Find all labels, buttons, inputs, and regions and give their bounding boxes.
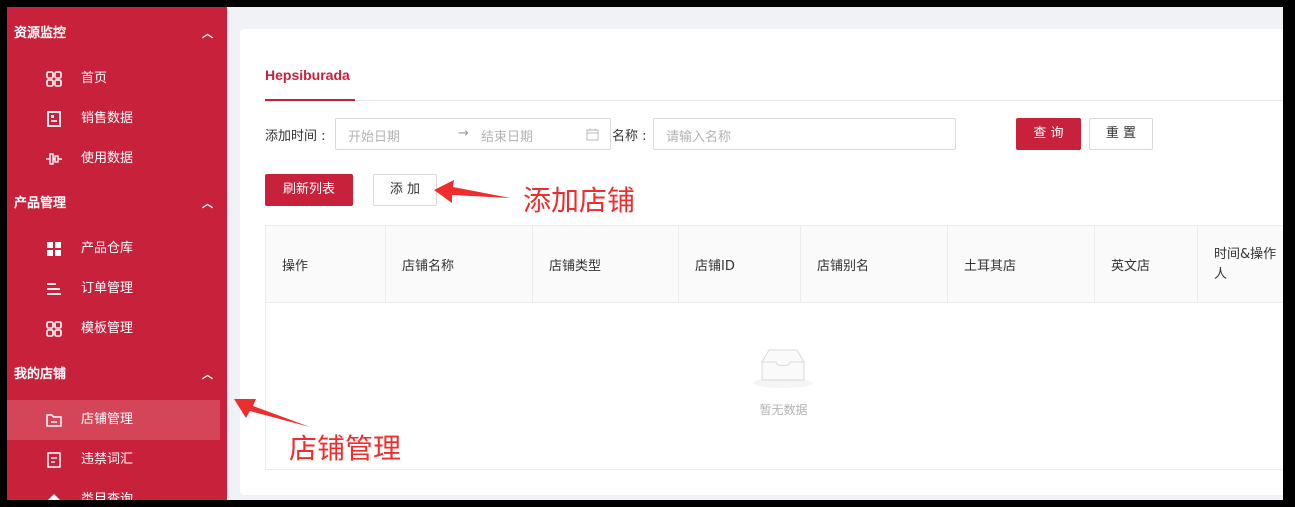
sidebar-item-label: 模板管理 <box>81 321 134 336</box>
sidebar-item-order-manage[interactable]: 订单管理 <box>7 269 227 309</box>
end-date-input[interactable]: 结束日期 <box>481 126 533 145</box>
start-date-input[interactable]: 开始日期 <box>348 126 400 145</box>
sidebar-group-my-store[interactable]: 我的店铺 ︿ <box>7 355 227 395</box>
empty-box-icon <box>753 349 813 388</box>
store-manage-annotation: 店铺管理 <box>289 432 402 465</box>
name-label: 名称 : <box>612 129 647 144</box>
blocks-icon <box>47 242 61 256</box>
group-title-label: 产品管理 <box>14 196 67 211</box>
sidebar: 资源监控 ︿ 首页 销售数据 使用数据 产品管理 ︿ 产品仓库 订单管理 模板管… <box>7 7 227 500</box>
sidebar-item-label: 订单管理 <box>81 281 134 296</box>
sidebar-item-usage-data[interactable]: 使用数据 <box>7 139 227 179</box>
tab-divider <box>265 100 1283 101</box>
sidebar-item-product-warehouse[interactable]: 产品仓库 <box>7 229 227 269</box>
column-header: 店铺ID <box>679 226 801 303</box>
refresh-list-button[interactable]: 刷新列表 <box>265 174 353 206</box>
slider-icon <box>46 153 62 165</box>
sidebar-item-store-manage[interactable]: 店铺管理 <box>7 400 220 440</box>
column-header: 英文店 <box>1095 226 1198 303</box>
column-header: 时间&操作人 <box>1214 246 1277 282</box>
chevron-up-icon: ︿ <box>202 197 213 210</box>
column-header: 操作 <box>266 226 386 303</box>
column-header: 店铺别名 <box>801 226 948 303</box>
reset-button[interactable]: 重 置 <box>1089 118 1153 150</box>
sidebar-item-label: 首页 <box>81 71 108 86</box>
sidebar-item-home[interactable]: 首页 <box>7 59 227 99</box>
sidebar-item-category-query[interactable]: 类目查询 <box>7 480 227 500</box>
group-title-label: 资源监控 <box>14 26 67 41</box>
sidebar-item-template-manage[interactable]: 模板管理 <box>7 309 227 349</box>
sidebar-item-label: 违禁词汇 <box>81 452 134 467</box>
sidebar-item-label: 使用数据 <box>81 151 134 166</box>
chevron-up-icon: ︿ <box>202 368 213 381</box>
store-table: 操作 店铺名称 店铺类型 店铺ID 店铺别名 土耳其店 英文店 时间&操作人 暂… <box>265 225 1283 470</box>
sidebar-group-product-manage[interactable]: 产品管理 ︿ <box>7 184 227 224</box>
add-store-arrow-icon <box>434 180 510 203</box>
tab-active-indicator <box>265 99 355 101</box>
range-arrow-icon: → <box>458 126 469 141</box>
chevron-up-icon: ︿ <box>202 27 213 40</box>
list-icon <box>47 283 61 295</box>
sidebar-item-label: 类目查询 <box>81 492 134 500</box>
grid-icon <box>46 321 62 337</box>
note-icon <box>47 452 61 468</box>
sidebar-item-label: 店铺管理 <box>81 412 134 427</box>
time-label: 添加时间 : <box>265 129 326 144</box>
table-header: 操作 店铺名称 店铺类型 店铺ID 店铺别名 土耳其店 英文店 时间&操作人 <box>266 226 1283 303</box>
date-range-picker[interactable]: 开始日期 → 结束日期 <box>335 118 611 150</box>
sidebar-item-label: 销售数据 <box>81 111 134 126</box>
column-header: 店铺类型 <box>533 226 679 303</box>
grid-icon <box>46 71 62 87</box>
column-header: 土耳其店 <box>948 226 1095 303</box>
sidebar-item-banned-words[interactable]: 违禁词汇 <box>7 440 227 480</box>
add-button[interactable]: 添 加 <box>373 174 437 206</box>
add-store-annotation: 添加店铺 <box>523 184 636 217</box>
calendar-icon <box>586 128 599 141</box>
app-frame: 资源监控 ︿ 首页 销售数据 使用数据 产品管理 ︿ 产品仓库 订单管理 模板管… <box>7 7 1283 500</box>
sidebar-item-label: 产品仓库 <box>81 241 134 256</box>
query-button[interactable]: 查 询 <box>1016 118 1081 150</box>
main-panel: Hepsiburada 添加时间 : 开始日期 → 结束日期 名称 : 请输入名… <box>240 29 1283 495</box>
empty-text: 暂无数据 <box>759 403 808 417</box>
group-title-label: 我的店铺 <box>14 367 67 382</box>
sidebar-item-sales-data[interactable]: 销售数据 <box>7 99 227 139</box>
column-header: 店铺名称 <box>386 226 533 303</box>
folder-icon <box>46 414 62 427</box>
document-icon <box>47 111 61 127</box>
store-manage-arrow-icon <box>234 399 310 427</box>
name-input[interactable]: 请输入名称 <box>653 118 956 150</box>
tab-hepsiburada[interactable]: Hepsiburada <box>265 67 350 83</box>
sidebar-group-resource-monitor[interactable]: 资源监控 ︿ <box>7 14 227 54</box>
diamond-icon <box>48 494 60 500</box>
